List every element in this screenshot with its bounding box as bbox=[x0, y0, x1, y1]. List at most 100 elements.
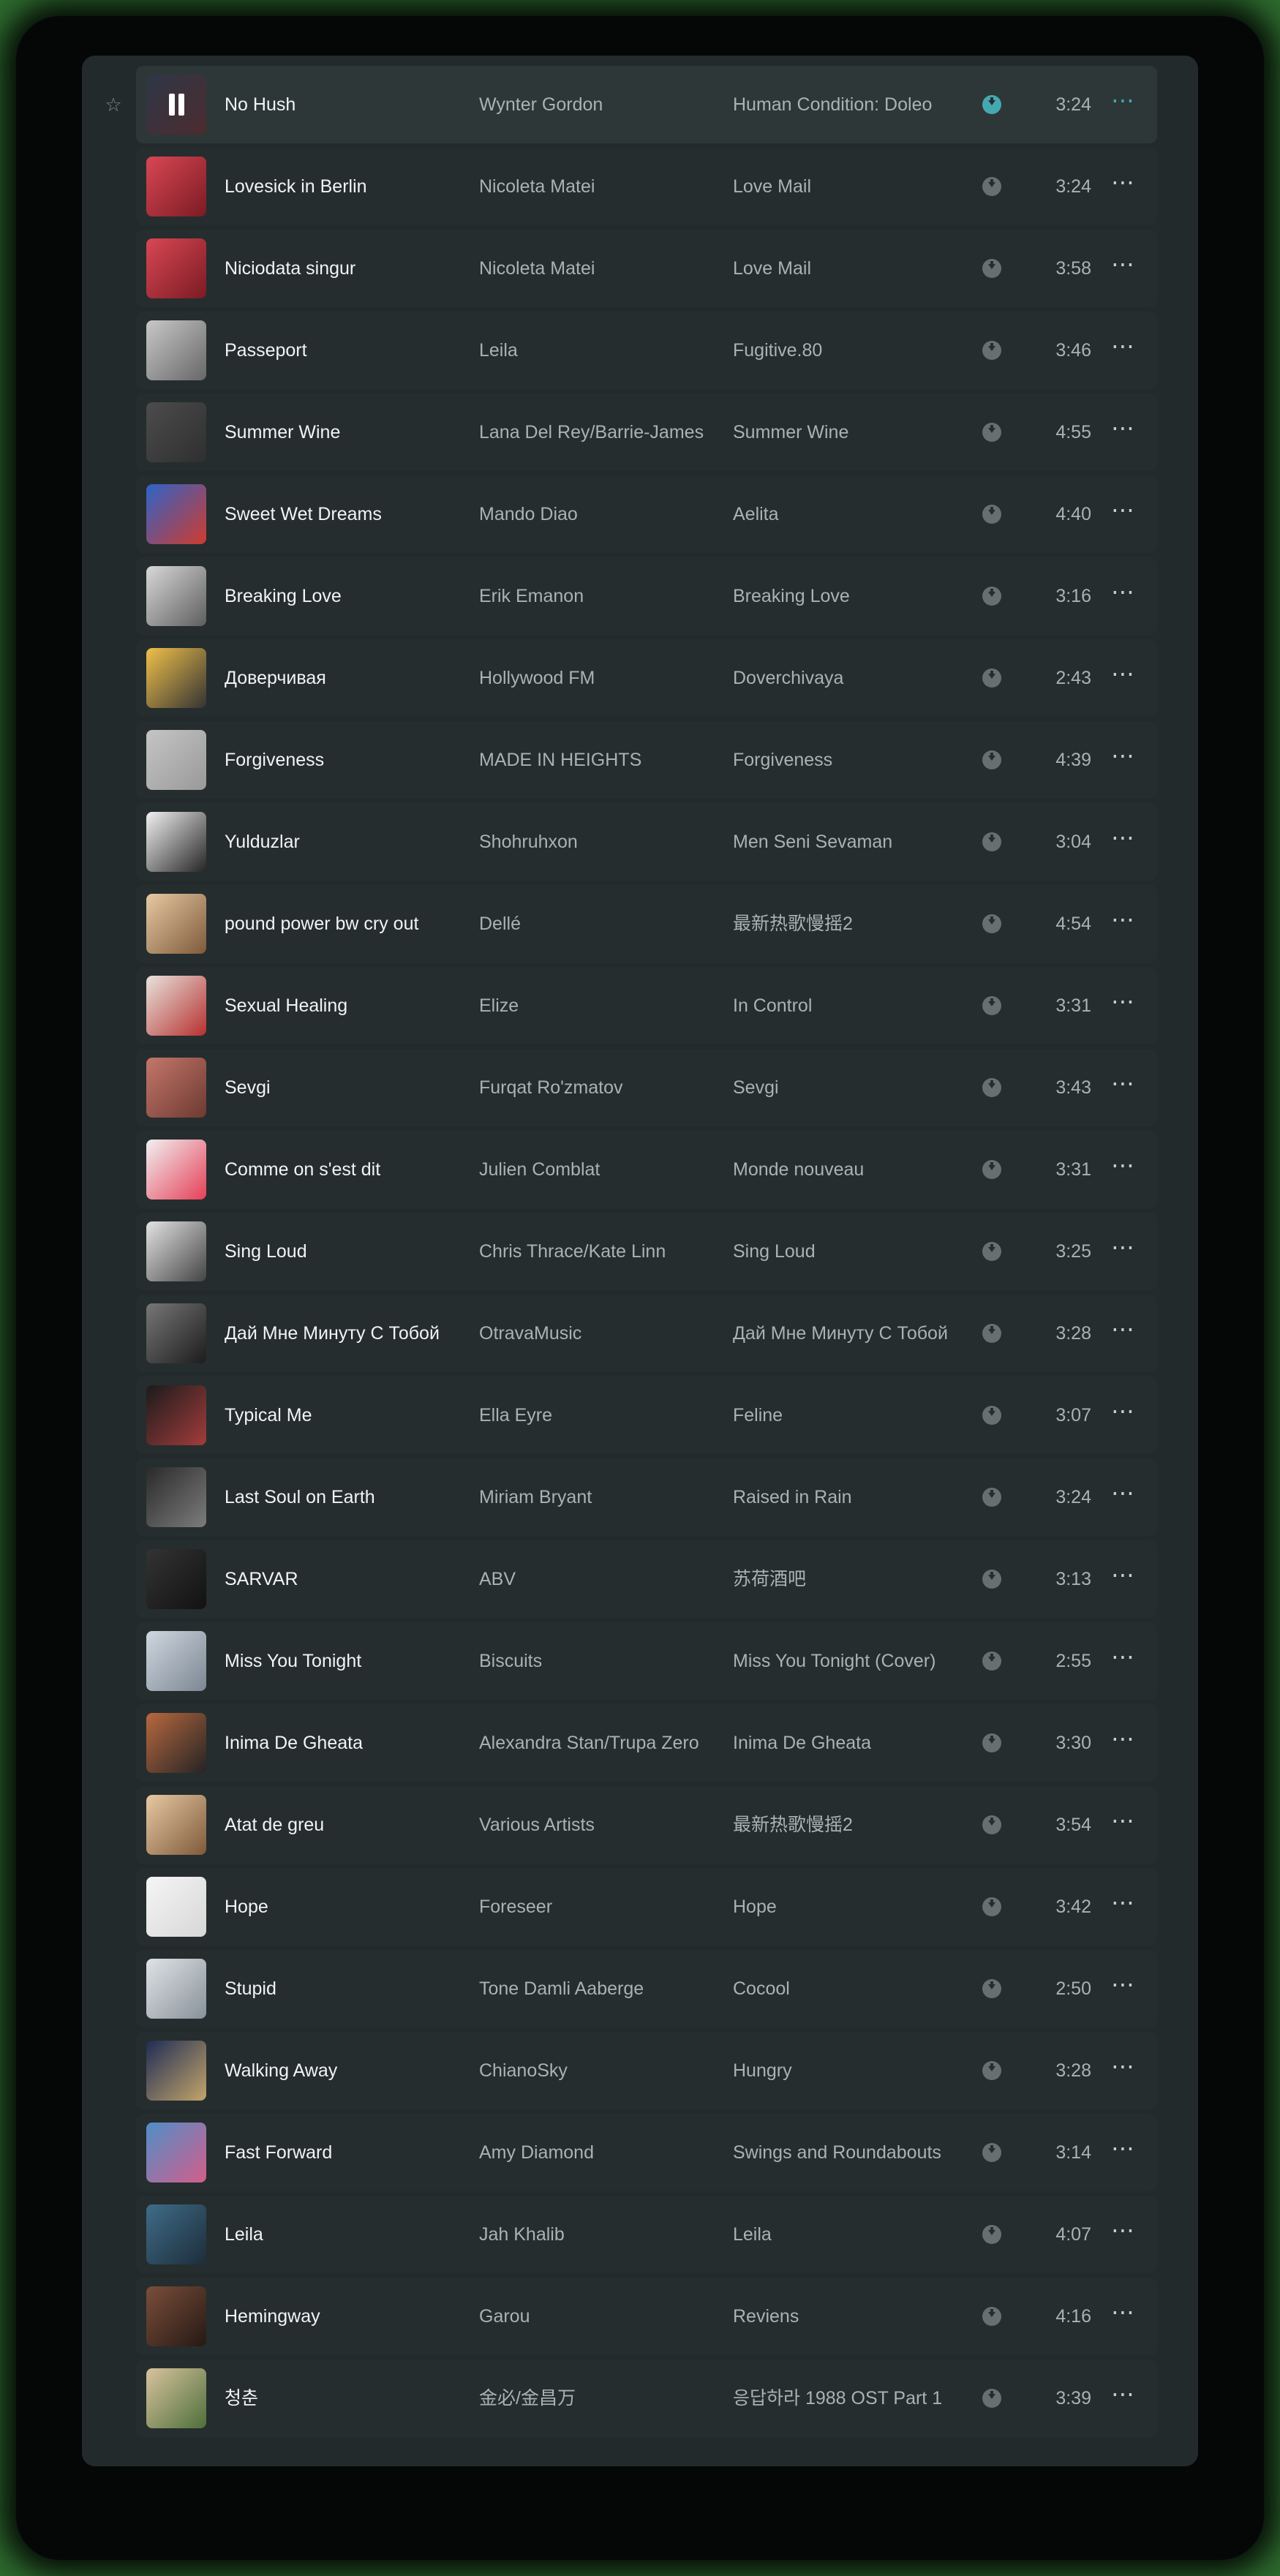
download-icon[interactable] bbox=[982, 1078, 1001, 1097]
download-icon[interactable] bbox=[982, 1488, 1001, 1507]
track-row[interactable]: Stupid Tone Damli Aaberge Cocool 2:50 ⋯ bbox=[136, 1950, 1157, 2027]
download-icon[interactable] bbox=[982, 1242, 1001, 1261]
download-icon[interactable] bbox=[982, 1406, 1001, 1425]
track-artist[interactable]: Biscuits bbox=[479, 1622, 728, 1700]
download-icon[interactable] bbox=[982, 2061, 1001, 2080]
track-album[interactable]: Doverchivaya bbox=[733, 639, 978, 717]
track-row[interactable]: Leila Jah Khalib Leila 4:07 ⋯ bbox=[136, 2196, 1157, 2273]
track-album[interactable]: Men Seni Sevaman bbox=[733, 803, 978, 881]
track-album[interactable]: Cocool bbox=[733, 1950, 978, 2027]
track-row[interactable]: Breaking Love Erik Emanon Breaking Love 3:1… bbox=[136, 557, 1157, 635]
track-title[interactable]: No Hush bbox=[225, 66, 470, 143]
track-artist[interactable]: Amy Diamond bbox=[479, 2114, 728, 2191]
more-options-icon[interactable]: ⋯ bbox=[1104, 2218, 1141, 2244]
track-album[interactable]: Swings and Roundabouts bbox=[733, 2114, 978, 2191]
more-options-icon[interactable]: ⋯ bbox=[1104, 1645, 1141, 1671]
track-artist[interactable]: Various Artists bbox=[479, 1786, 728, 1864]
track-title[interactable]: Доверчивая bbox=[225, 639, 470, 717]
track-row[interactable]: Inima De Gheata Alexandra Stan/Trupa Zero… bbox=[136, 1704, 1157, 1782]
album-cover[interactable] bbox=[146, 1385, 206, 1445]
more-options-icon[interactable]: ⋯ bbox=[1104, 1563, 1141, 1589]
album-cover[interactable] bbox=[146, 2123, 206, 2183]
track-row[interactable]: Passeport Leila Fugitive.80 3:46 ⋯ bbox=[136, 312, 1157, 389]
download-icon[interactable] bbox=[982, 914, 1001, 933]
track-artist[interactable]: Erik Emanon bbox=[479, 557, 728, 635]
download-icon[interactable] bbox=[982, 1160, 1001, 1179]
more-options-icon[interactable]: ⋯ bbox=[1104, 1072, 1141, 1097]
track-row[interactable]: Hope Foreseer Hope 3:42 ⋯ bbox=[136, 1868, 1157, 1946]
more-options-icon[interactable]: ⋯ bbox=[1104, 744, 1141, 769]
download-icon[interactable] bbox=[982, 259, 1001, 278]
more-options-icon[interactable]: ⋯ bbox=[1104, 252, 1141, 278]
track-row[interactable]: ☆ No Hush Wynter Gordon Human Condition: Do… bbox=[105, 66, 1157, 143]
album-cover[interactable] bbox=[146, 1140, 206, 1200]
track-title[interactable]: Sing Loud bbox=[225, 1213, 470, 1290]
track-artist[interactable]: Miriam Bryant bbox=[479, 1458, 728, 1536]
download-icon[interactable] bbox=[982, 587, 1001, 606]
track-title[interactable]: Atat de greu bbox=[225, 1786, 470, 1864]
track-title[interactable]: Miss You Tonight bbox=[225, 1622, 470, 1700]
track-album[interactable]: Дай Мне Минуту С Тобой bbox=[733, 1295, 978, 1372]
track-artist[interactable]: Nicoleta Matei bbox=[479, 148, 728, 225]
track-artist[interactable]: Shohruhxon bbox=[479, 803, 728, 881]
track-artist[interactable]: Jah Khalib bbox=[479, 2196, 728, 2273]
track-album[interactable]: Inima De Gheata bbox=[733, 1704, 978, 1782]
track-album[interactable]: 응답하라 1988 OST Part 1 bbox=[733, 2360, 978, 2437]
album-cover[interactable] bbox=[146, 1058, 206, 1118]
track-row[interactable]: Дай Мне Минуту С Тобой OtravaMusic Дай Мне… bbox=[136, 1295, 1157, 1372]
track-artist[interactable]: Tone Damli Aaberge bbox=[479, 1950, 728, 2027]
track-title[interactable]: Breaking Love bbox=[225, 557, 470, 635]
download-icon[interactable] bbox=[982, 1324, 1001, 1343]
track-artist[interactable]: MADE IN HEIGHTS bbox=[479, 721, 728, 799]
more-options-icon[interactable]: ⋯ bbox=[1104, 580, 1141, 606]
album-cover[interactable] bbox=[146, 157, 206, 216]
more-options-icon[interactable]: ⋯ bbox=[1104, 1973, 1141, 1998]
track-row[interactable]: Доверчивая Hollywood FM Doverchivaya 2:43 ⋯ bbox=[136, 639, 1157, 717]
track-artist[interactable]: Dellé bbox=[479, 885, 728, 963]
more-options-icon[interactable]: ⋯ bbox=[1104, 1727, 1141, 1752]
track-row[interactable]: pound power bw cry out Dellé 最新热歌慢摇2 4:54 ⋯ bbox=[136, 885, 1157, 963]
track-artist[interactable]: Leila bbox=[479, 312, 728, 389]
track-album[interactable]: Aelita bbox=[733, 475, 978, 553]
download-icon[interactable] bbox=[982, 1897, 1001, 1916]
track-row[interactable]: Typical Me Ella Eyre Feline 3:07 ⋯ bbox=[136, 1376, 1157, 1454]
track-row[interactable]: Atat de greu Various Artists 最新热歌慢摇2 3:54 ⋯ bbox=[136, 1786, 1157, 1864]
more-options-icon[interactable]: ⋯ bbox=[1104, 1399, 1141, 1425]
track-row[interactable]: Lovesick in Berlin Nicoleta Matei Love Mai… bbox=[136, 148, 1157, 225]
track-title[interactable]: Sevgi bbox=[225, 1049, 470, 1126]
track-album[interactable]: Raised in Rain bbox=[733, 1458, 978, 1536]
track-artist[interactable]: Mando Diao bbox=[479, 475, 728, 553]
more-options-icon[interactable]: ⋯ bbox=[1104, 1153, 1141, 1179]
track-album[interactable]: Miss You Tonight (Cover) bbox=[733, 1622, 978, 1700]
more-options-icon[interactable]: ⋯ bbox=[1104, 1891, 1141, 1916]
track-album[interactable]: Hope bbox=[733, 1868, 978, 1946]
track-title[interactable]: Sweet Wet Dreams bbox=[225, 475, 470, 553]
more-options-icon[interactable]: ⋯ bbox=[1104, 498, 1141, 524]
more-options-icon[interactable]: ⋯ bbox=[1104, 334, 1141, 360]
track-row[interactable]: Hemingway Garou Reviens 4:16 ⋯ bbox=[136, 2278, 1157, 2355]
album-cover[interactable] bbox=[146, 566, 206, 626]
track-title[interactable]: Дай Мне Минуту С Тобой bbox=[225, 1295, 470, 1372]
pause-icon[interactable] bbox=[146, 75, 206, 135]
track-artist[interactable]: Garou bbox=[479, 2278, 728, 2355]
track-artist[interactable]: Chris Thrace/Kate Linn bbox=[479, 1213, 728, 1290]
track-row[interactable]: Yulduzlar Shohruhxon Men Seni Sevaman 3:04 ⋯ bbox=[136, 803, 1157, 881]
album-cover[interactable] bbox=[146, 648, 206, 708]
album-cover[interactable] bbox=[146, 75, 206, 135]
track-title[interactable]: Stupid bbox=[225, 1950, 470, 2027]
album-cover[interactable] bbox=[146, 976, 206, 1036]
track-title[interactable]: Typical Me bbox=[225, 1376, 470, 1454]
track-title[interactable]: pound power bw cry out bbox=[225, 885, 470, 963]
track-title[interactable]: Walking Away bbox=[225, 2032, 470, 2109]
track-row[interactable]: Comme on s'est dit Julien Comblat Monde no… bbox=[136, 1131, 1157, 1208]
album-cover[interactable] bbox=[146, 1959, 206, 2019]
album-cover[interactable] bbox=[146, 1795, 206, 1855]
more-options-icon[interactable]: ⋯ bbox=[1104, 1481, 1141, 1507]
track-artist[interactable]: Lana Del Rey/Barrie-James bbox=[479, 393, 728, 471]
track-artist[interactable]: OtravaMusic bbox=[479, 1295, 728, 1372]
track-album[interactable]: Sing Loud bbox=[733, 1213, 978, 1290]
track-title[interactable]: Comme on s'est dit bbox=[225, 1131, 470, 1208]
download-icon[interactable] bbox=[982, 1652, 1001, 1671]
track-row[interactable]: Sweet Wet Dreams Mando Diao Aelita 4:40 ⋯ bbox=[136, 475, 1157, 553]
album-cover[interactable] bbox=[146, 2368, 206, 2428]
